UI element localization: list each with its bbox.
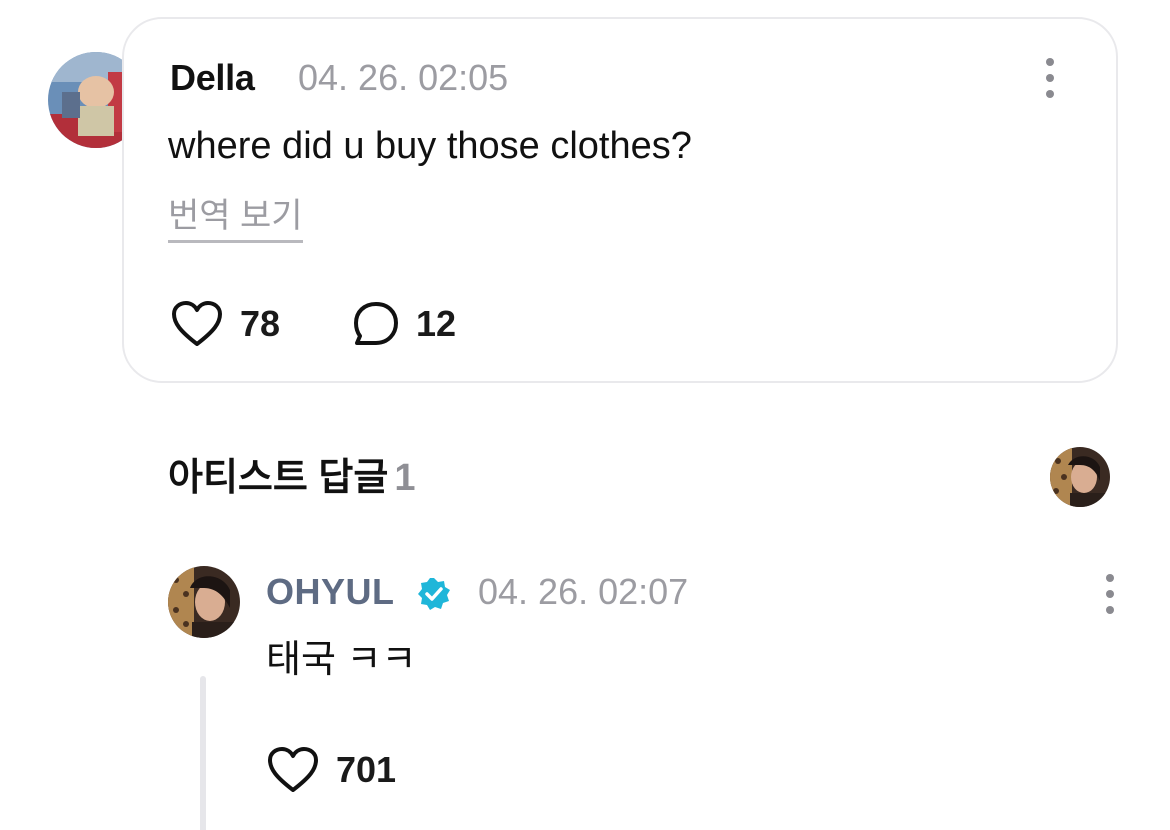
comment-timestamp: 04. 26. 02:05 — [298, 57, 509, 98]
comment-thread-page: Della 04. 26. 02:05 where did u buy thos… — [0, 0, 1170, 830]
artist-avatar[interactable] — [168, 566, 240, 638]
reply-like-count: 701 — [336, 749, 397, 790]
artist-reply-title-text: 아티스트 답글 — [168, 457, 389, 499]
speech-bubble-icon — [354, 302, 398, 345]
artist-name[interactable]: OHYUL — [266, 572, 395, 612]
reply-like-button[interactable]: 701 — [266, 746, 396, 794]
comment-like-button[interactable]: 78 — [170, 300, 280, 348]
thread-connector-line — [200, 676, 206, 830]
avatar-photo — [168, 566, 240, 638]
translate-link[interactable]: 번역 보기 — [168, 196, 303, 243]
reply-timestamp: 04. 26. 02:07 — [478, 571, 689, 612]
comment-like-count: 78 — [240, 303, 281, 344]
heart-outline-icon — [172, 301, 222, 346]
comment-author-name[interactable]: Della — [170, 58, 255, 98]
artist-mini-avatar[interactable] — [1050, 447, 1110, 507]
comment-text: where did u buy those clothes? — [168, 125, 692, 167]
avatar-photo — [1050, 447, 1110, 507]
artist-reply-section-title: 아티스트 답글 1 — [168, 456, 415, 500]
reply-more-icon[interactable] — [1098, 572, 1122, 616]
reply-text: 태국 ㅋㅋ — [266, 639, 417, 681]
heart-outline-icon — [268, 747, 318, 792]
comment-more-icon[interactable] — [1038, 56, 1062, 100]
artist-reply-count: 1 — [394, 457, 416, 499]
verified-badge-icon — [418, 578, 450, 610]
comment-reply-button[interactable]: 12 — [352, 300, 456, 348]
comment-reply-count: 12 — [416, 303, 457, 344]
